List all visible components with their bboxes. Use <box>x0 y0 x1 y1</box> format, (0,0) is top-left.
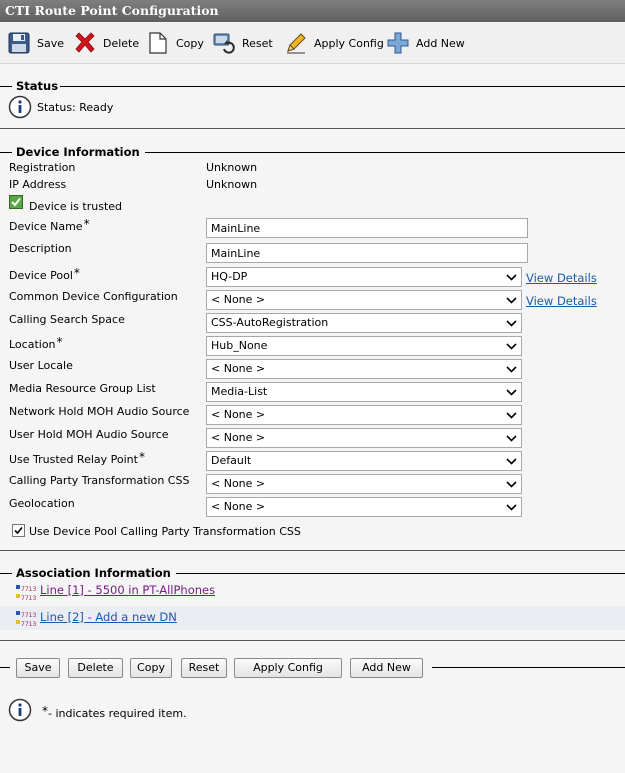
required-note: *- indicates required item. <box>42 704 187 720</box>
svg-text:7713: 7713 <box>21 586 36 593</box>
device-info-heading: Device Information <box>14 145 142 159</box>
use-pool-css-label: Use Device Pool Calling Party Transforma… <box>29 525 301 538</box>
line-2-link[interactable]: Line [2] - Add a new DN <box>40 610 177 624</box>
reset-label: Reset <box>242 36 273 50</box>
chevron-down-icon <box>506 481 517 488</box>
status-heading: Status <box>14 79 61 93</box>
green-check-icon <box>9 195 23 209</box>
location-select[interactable]: Hub_None <box>206 336 522 356</box>
chevron-down-icon <box>506 343 517 350</box>
description-input[interactable] <box>206 243 528 263</box>
copy-label: Copy <box>176 36 204 50</box>
svg-text:7713: 7713 <box>21 612 36 619</box>
phone-line-icon: 7713 7713 <box>16 611 36 627</box>
svg-text:7713: 7713 <box>21 621 36 627</box>
chevron-down-icon <box>506 366 517 373</box>
trusted-relay-label: Use Trusted Relay Point* <box>9 450 145 466</box>
add-new-label: Add New <box>416 36 465 50</box>
bottom-add-new-button[interactable]: Add New <box>350 658 423 678</box>
registration-label: Registration <box>9 161 76 174</box>
trusted-relay-select[interactable]: Default <box>206 451 522 471</box>
common-config-view-details-link[interactable]: View Details <box>526 294 597 308</box>
info-icon <box>8 698 32 722</box>
network-hold-moh-select[interactable]: < None > <box>206 405 522 425</box>
location-label: Location* <box>9 335 63 351</box>
delete-button[interactable]: Delete <box>73 31 139 55</box>
mrgl-label: Media Resource Group List <box>9 382 156 395</box>
calling-party-css-label: Calling Party Transformation CSS <box>9 474 190 487</box>
add-new-button[interactable]: Add New <box>386 31 465 55</box>
calling-party-css-select[interactable]: < None > <box>206 474 522 494</box>
network-hold-moh-label: Network Hold MOH Audio Source <box>9 405 190 418</box>
apply-config-label: Apply Config <box>314 36 384 50</box>
use-pool-css-checkbox[interactable] <box>12 524 25 537</box>
status-text: Status: Ready <box>37 101 114 114</box>
user-hold-moh-label: User Hold MOH Audio Source <box>9 428 169 441</box>
chevron-down-icon <box>506 435 517 442</box>
chevron-down-icon <box>506 320 517 327</box>
device-name-input[interactable] <box>206 218 528 238</box>
chevron-down-icon <box>506 458 517 465</box>
association-section-header: Association Information <box>0 566 625 581</box>
device-pool-select[interactable]: HQ-DP <box>206 267 522 287</box>
save-button[interactable]: Save <box>7 31 64 55</box>
user-locale-label: User Locale <box>9 359 73 372</box>
chevron-down-icon <box>506 412 517 419</box>
bottom-copy-button[interactable]: Copy <box>130 658 172 678</box>
geolocation-select[interactable]: < None > <box>206 497 522 517</box>
red-x-icon <box>75 32 95 53</box>
line-1-link[interactable]: Line [1] - 5500 in PT-AllPhones <box>40 583 215 597</box>
svg-text:7713: 7713 <box>21 595 36 601</box>
checkmark-icon <box>14 526 23 535</box>
chevron-down-icon <box>506 297 517 304</box>
chevron-down-icon <box>506 389 517 396</box>
status-section-header: Status <box>0 79 625 94</box>
ip-address-label: IP Address <box>9 178 67 191</box>
reset-device-icon <box>213 33 235 54</box>
floppy-disk-icon <box>8 32 30 54</box>
save-label: Save <box>37 36 65 50</box>
chevron-down-icon <box>506 504 517 511</box>
css-label: Calling Search Space <box>9 313 125 326</box>
ip-address-value: Unknown <box>206 178 258 191</box>
info-icon <box>8 95 32 119</box>
css-select[interactable]: CSS-AutoRegistration <box>206 313 522 333</box>
bottom-reset-button[interactable]: Reset <box>181 658 227 678</box>
geolocation-label: Geolocation <box>9 497 75 510</box>
user-locale-select[interactable]: < None > <box>206 359 522 379</box>
device-pool-label: Device Pool* <box>9 266 80 282</box>
reset-button[interactable]: Reset <box>212 31 273 55</box>
device-pool-view-details-link[interactable]: View Details <box>526 271 597 285</box>
device-info-section-header: Device Information <box>0 145 625 160</box>
document-copy-icon <box>149 32 167 54</box>
mrgl-select[interactable]: Media-List <box>206 382 522 402</box>
bottom-delete-button[interactable]: Delete <box>68 658 123 678</box>
association-line-1: 7713 7713 Line [1] - 5500 in PT-AllPhone… <box>0 580 625 604</box>
bottom-apply-config-button[interactable]: Apply Config <box>234 658 342 678</box>
registration-value: Unknown <box>206 161 258 174</box>
phone-line-icon: 7713 7713 <box>16 585 36 601</box>
description-label: Description <box>9 242 72 255</box>
pencil-icon <box>287 33 306 54</box>
association-line-2: 7713 7713 Line [2] - Add a new DN <box>0 606 625 630</box>
device-name-label: Device Name* <box>9 217 90 233</box>
bottom-save-button[interactable]: Save <box>16 658 60 678</box>
toolbar: Save Delete Copy Reset Apply Config Add … <box>0 23 625 64</box>
apply-config-button[interactable]: Apply Config <box>284 31 384 55</box>
window-title: CTI Route Point Configuration <box>0 0 625 22</box>
common-device-config-label: Common Device Configuration <box>9 290 178 303</box>
delete-label: Delete <box>103 36 140 50</box>
copy-button[interactable]: Copy <box>146 31 204 55</box>
common-device-config-select[interactable]: < None > <box>206 290 522 310</box>
device-trusted-text: Device is trusted <box>29 200 123 213</box>
association-heading: Association Information <box>14 566 173 580</box>
plus-icon <box>387 32 409 54</box>
user-hold-moh-select[interactable]: < None > <box>206 428 522 448</box>
chevron-down-icon <box>506 274 517 281</box>
